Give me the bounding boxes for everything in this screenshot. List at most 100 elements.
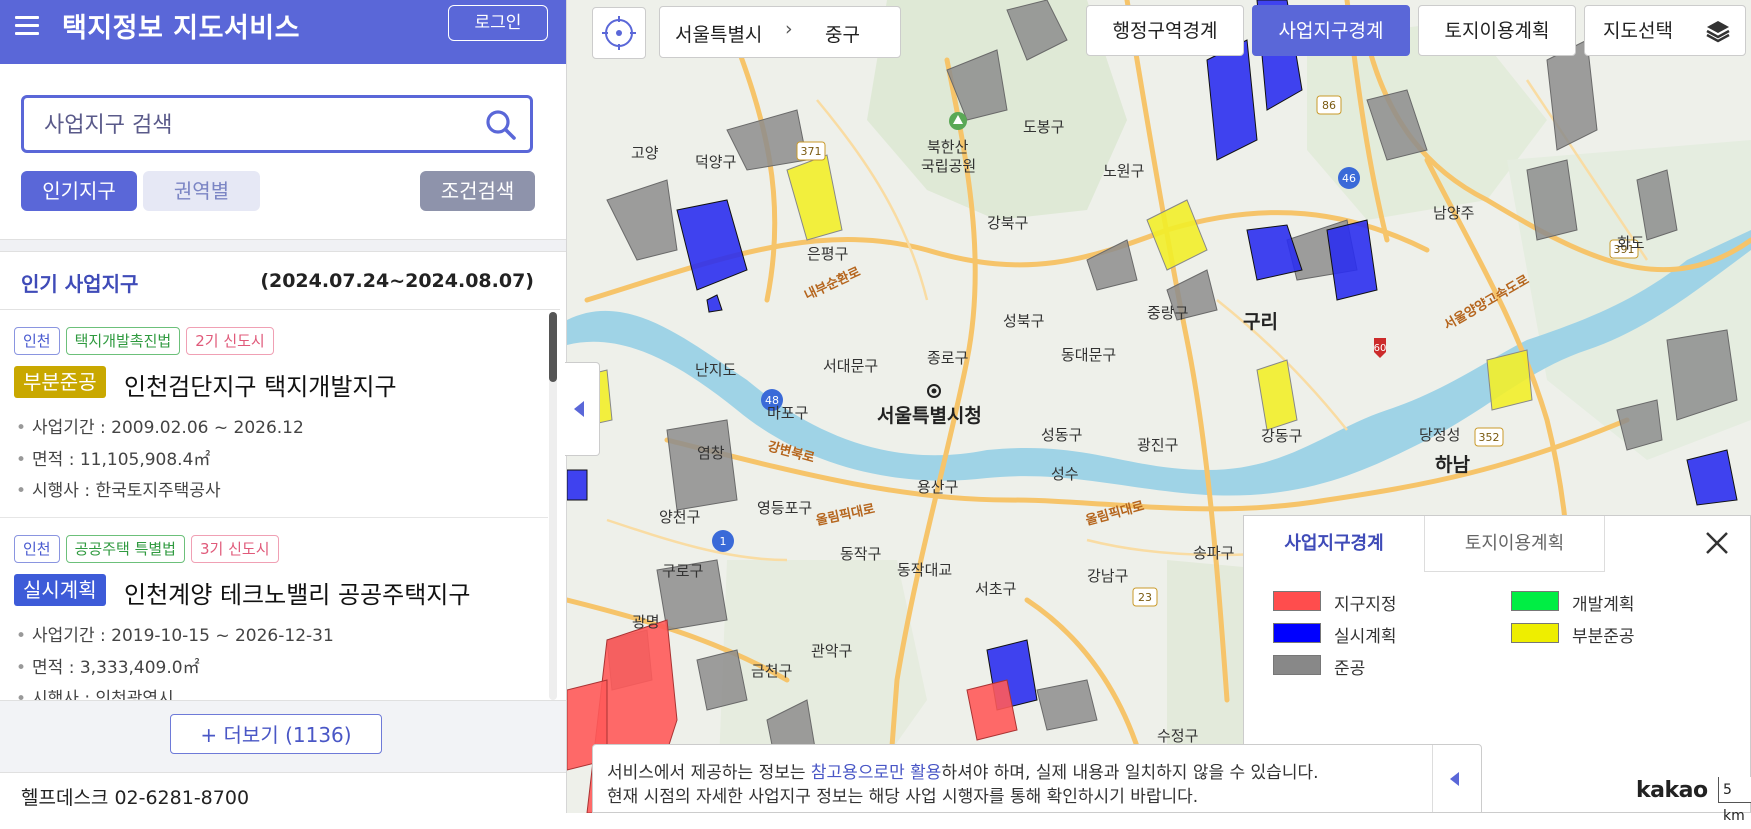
chevron-left-icon — [1450, 772, 1459, 786]
legend-swatch — [1273, 655, 1321, 675]
chip-by-region[interactable]: 권역별 — [143, 171, 260, 211]
map-label-hanam: 하남 — [1435, 454, 1470, 476]
district-name[interactable]: 인천계양 테크노밸리 공공주택지구 — [124, 575, 470, 610]
tab-landuse-plan[interactable]: 토지이용계획 — [1424, 516, 1605, 572]
svg-text:서울양양고속도로: 서울양양고속도로 — [1441, 272, 1532, 334]
collapse-sidebar-button[interactable] — [565, 362, 600, 456]
map-label-jongno: 종로구 — [927, 349, 969, 367]
svg-text:올림픽대로: 올림픽대로 — [815, 501, 877, 529]
svg-text:46: 46 — [1342, 172, 1356, 185]
legend-swatch — [1511, 623, 1559, 643]
road-name: 내부순환로 — [802, 264, 863, 304]
district-period: 사업기간 : 2019-10-15 ~ 2026-12-31 — [16, 621, 334, 646]
map-label-hwado: 화도 — [1617, 234, 1645, 252]
map-label-gwanak: 관악구 — [811, 642, 853, 660]
legend-label: 부분준공 — [1572, 627, 1635, 647]
notice-line-2: 현재 시점의 자세한 사업지구 정보는 해당 사업 시행자를 통해 확인하시기 … — [607, 787, 1199, 807]
district-area: 면적 : 11,105,908.4㎡ — [16, 445, 210, 470]
breadcrumb-district[interactable]: 중구 — [825, 20, 860, 47]
load-more-button[interactable]: + 더보기 (1136) — [170, 714, 382, 754]
chip-condition-search[interactable]: 조건검색 — [420, 171, 535, 211]
tag-row: 인천 택지개발촉진법 2기 신도시 — [14, 327, 274, 355]
search-input[interactable] — [42, 108, 466, 142]
map-select-label: 지도선택 — [1603, 20, 1673, 42]
map-label-gangdong: 강동구 — [1261, 427, 1303, 445]
map-label-guri: 구리 — [1243, 311, 1278, 333]
chip-popular-districts[interactable]: 인기지구 — [21, 171, 137, 211]
map-label-gangbuk: 강북구 — [987, 214, 1029, 232]
map-label-eunpyeong: 은평구 — [807, 245, 849, 263]
helpdesk: 헬프데스크 02-6281-8700 — [0, 772, 566, 813]
status-badge: 부분준공 — [14, 366, 106, 398]
more-area: + 더보기 (1136) — [0, 700, 566, 773]
map-label-yangcheon: 양천구 — [659, 508, 701, 526]
project-boundary-button[interactable]: 사업지구경계 — [1252, 5, 1410, 56]
district-operator: 시행사 : 한국토지주택공사 — [16, 476, 221, 501]
map-label-dongjak-bridge: 동작대교 — [897, 561, 953, 579]
layers-icon — [1706, 21, 1730, 43]
notice-text: 서비스에서 제공하는 정보는 — [607, 763, 811, 783]
region-tag: 인천 — [14, 327, 60, 355]
map-label-dangjeong: 당정성 — [1419, 426, 1461, 444]
map-label-dobong: 도봉구 — [1023, 118, 1065, 136]
app-header: 택지정보 지도서비스 로그인 — [0, 0, 566, 64]
map-label-bukhansan: 북한산 — [927, 138, 969, 156]
map-scale: 5 km — [1718, 777, 1751, 824]
scrollbar-thumb[interactable] — [549, 312, 557, 382]
map-label-mapo: 마포구 — [767, 404, 809, 422]
notice-toggle-button[interactable] — [1432, 745, 1481, 812]
map-label-dongdaemun: 동대문구 — [1061, 346, 1117, 364]
map-label-city-hall: 서울특별시청 — [877, 405, 982, 427]
location-breadcrumb[interactable]: 서울특별시 › 중구 — [659, 6, 901, 58]
sidebar: 택지정보 지도서비스 로그인 인기지구 권역별 조건검색 인기 사업지구 (20… — [0, 0, 567, 813]
district-operator: 시행사 : 인천광역시 — [16, 684, 174, 700]
legend-swatch — [1273, 623, 1321, 643]
legend-label: 실시계획 — [1334, 627, 1397, 647]
map-label-nowon: 노원구 — [1103, 162, 1145, 180]
map-label-yongsan: 용산구 — [917, 478, 959, 496]
map-label-sujeong: 수정구 — [1157, 727, 1199, 745]
map-label-gangnam: 강남구 — [1087, 567, 1129, 585]
map-label-namyangju: 남양주 — [1433, 204, 1475, 222]
map-label-seongdong: 성동구 — [1041, 426, 1083, 444]
svg-text:23: 23 — [1138, 591, 1152, 604]
map-label-seodaemun: 서대문구 — [823, 357, 879, 375]
close-icon[interactable] — [1704, 530, 1730, 556]
search-icon[interactable] — [484, 108, 518, 142]
map-label-nanjido: 난지도 — [695, 361, 737, 379]
legend-label: 지구지정 — [1334, 595, 1397, 615]
search-box — [21, 95, 533, 153]
legend-label: 준공 — [1334, 659, 1366, 679]
breadcrumb-city[interactable]: 서울특별시 — [675, 20, 762, 47]
helpdesk-label: 헬프데스크 02-6281-8700 — [21, 787, 250, 809]
current-location-button[interactable] — [592, 7, 646, 59]
app-title: 택지정보 지도서비스 — [62, 13, 300, 44]
district-area: 면적 : 3,333,409.0㎡ — [16, 653, 200, 678]
legend-label: 개발계획 — [1572, 595, 1635, 615]
svg-text:1: 1 — [720, 535, 727, 548]
district-period: 사업기간 : 2009.02.06 ~ 2026.12 — [16, 413, 304, 438]
map-select-button[interactable]: 지도선택 — [1584, 5, 1746, 56]
hamburger-menu-icon[interactable] — [12, 10, 42, 40]
map-label-jungnang: 중랑구 — [1147, 304, 1189, 322]
road-number: 371 — [801, 145, 822, 158]
svg-text:86: 86 — [1322, 99, 1336, 112]
section-divider — [0, 239, 566, 252]
landuse-plan-button[interactable]: 토지이용계획 — [1418, 5, 1576, 56]
map-label-dongjak: 동작구 — [840, 545, 882, 563]
map-label-seocho: 서초구 — [975, 580, 1017, 598]
admin-boundary-button[interactable]: 행정구역경계 — [1086, 5, 1244, 56]
map-label-geumcheon: 금천구 — [751, 662, 793, 680]
map-label-gwangjin: 광진구 — [1137, 436, 1179, 454]
list-item[interactable]: 인천 공공주택 특별법 3기 신도시 실시계획 인천계양 테크노밸리 공공주택지… — [0, 518, 548, 700]
list-item[interactable]: 인천 택지개발촉진법 2기 신도시 부분준공 인천검단지구 택지개발지구 사업기… — [0, 310, 548, 517]
disclaimer-notice: 서비스에서 제공하는 정보는 참고용으로만 활용하셔야 하며, 실제 내용과 일… — [592, 744, 1482, 813]
district-name[interactable]: 인천검단지구 택지개발지구 — [124, 367, 397, 402]
chevron-right-icon: › — [785, 18, 793, 40]
status-badge: 실시계획 — [14, 574, 106, 606]
map-label-deogyang: 덕양구 — [695, 153, 737, 171]
login-button[interactable]: 로그인 — [448, 5, 548, 41]
tab-project-boundary[interactable]: 사업지구경계 — [1244, 516, 1424, 572]
svg-text:60: 60 — [1374, 343, 1387, 354]
law-tag: 공공주택 특별법 — [65, 535, 185, 563]
